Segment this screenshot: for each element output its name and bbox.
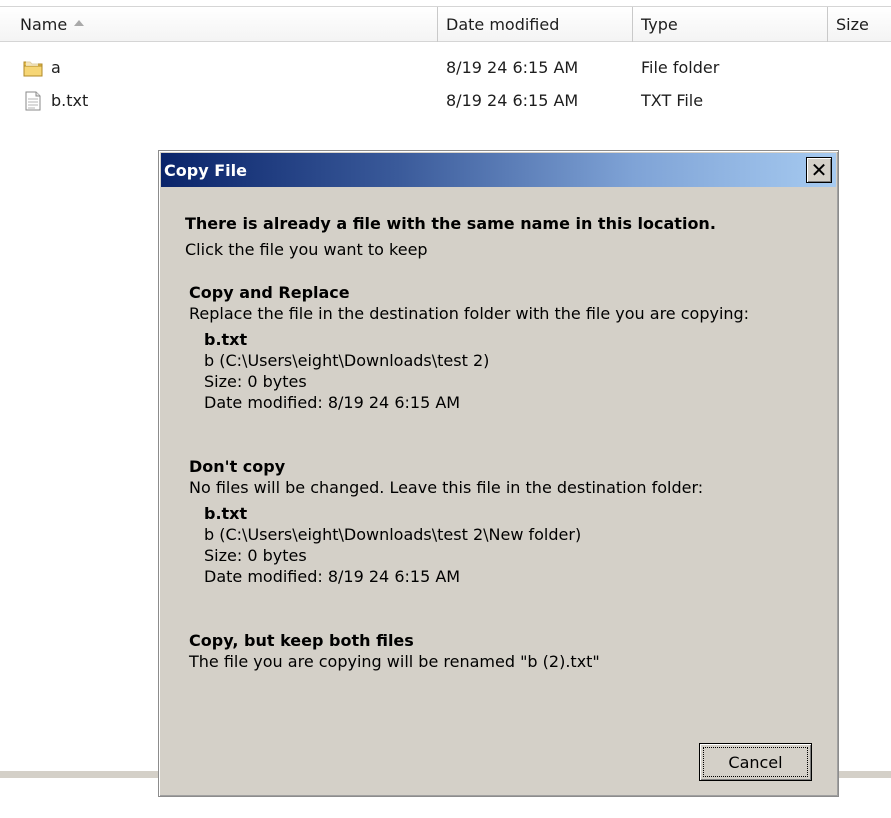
cancel-button[interactable]: Cancel	[699, 743, 812, 781]
option-title: Copy, but keep both files	[189, 631, 414, 650]
dialog-subheading: Click the file you want to keep	[185, 240, 428, 259]
focus-rectangle	[703, 747, 808, 777]
file-type: File folder	[641, 58, 720, 77]
column-name-label: Name	[20, 15, 68, 34]
file-row-b-txt[interactable]: b.txt 8/19 24 6:15 AM TXT File	[0, 86, 891, 116]
file-date: 8/19 24 6:15 AM	[446, 91, 579, 110]
file-date: Date modified: 8/19 24 6:15 AM	[204, 393, 461, 412]
column-name-header[interactable]: Name	[0, 7, 438, 42]
file-details: b.txt b (C:\Users\eight\Downloads\test 2…	[204, 503, 809, 587]
file-name: b.txt	[204, 330, 248, 349]
file-name: a	[51, 58, 61, 77]
file-details: b.txt b (C:\Users\eight\Downloads\test 2…	[204, 329, 809, 413]
column-type-header[interactable]: Type	[633, 7, 828, 42]
file-path: b (C:\Users\eight\Downloads\test 2\New f…	[204, 525, 582, 544]
keep-both-files-option[interactable]: Copy, but keep both files The file you a…	[189, 630, 809, 672]
dialog-heading: There is already a file with the same na…	[185, 214, 716, 233]
file-name: b.txt	[51, 91, 89, 110]
option-description: The file you are copying will be renamed…	[189, 652, 600, 671]
copy-and-replace-option[interactable]: Copy and Replace Replace the file in the…	[189, 282, 809, 413]
file-date: 8/19 24 6:15 AM	[446, 58, 579, 77]
option-description: No files will be changed. Leave this fil…	[189, 478, 704, 497]
file-name: b.txt	[204, 504, 248, 523]
folder-icon	[23, 60, 43, 77]
column-type-label: Type	[641, 15, 678, 34]
copy-file-dialog: Copy File ✕ There is already a file with…	[158, 150, 839, 797]
text-file-icon	[25, 91, 41, 111]
column-size-header[interactable]: Size	[828, 7, 891, 42]
file-type: TXT File	[641, 91, 704, 110]
column-header: Name Date modified Type Size	[0, 6, 891, 42]
dialog-title: Copy File	[164, 161, 247, 180]
file-date: Date modified: 8/19 24 6:15 AM	[204, 567, 461, 586]
option-description: Replace the file in the destination fold…	[189, 304, 750, 323]
option-title: Copy and Replace	[189, 283, 350, 302]
column-date-label: Date modified	[446, 15, 560, 34]
file-size: Size: 0 bytes	[204, 546, 307, 565]
file-size: Size: 0 bytes	[204, 372, 307, 391]
dont-copy-option[interactable]: Don't copy No files will be changed. Lea…	[189, 456, 809, 587]
sort-ascending-icon	[74, 19, 85, 26]
close-icon: ✕	[810, 158, 828, 182]
close-button[interactable]: ✕	[806, 157, 832, 183]
dialog-titlebar[interactable]: Copy File ✕	[161, 153, 836, 187]
option-title: Don't copy	[189, 457, 286, 476]
column-size-label: Size	[836, 15, 869, 34]
column-date-header[interactable]: Date modified	[438, 7, 633, 42]
file-row-folder-a[interactable]: a 8/19 24 6:15 AM File folder	[0, 53, 891, 83]
file-path: b (C:\Users\eight\Downloads\test 2)	[204, 351, 490, 370]
